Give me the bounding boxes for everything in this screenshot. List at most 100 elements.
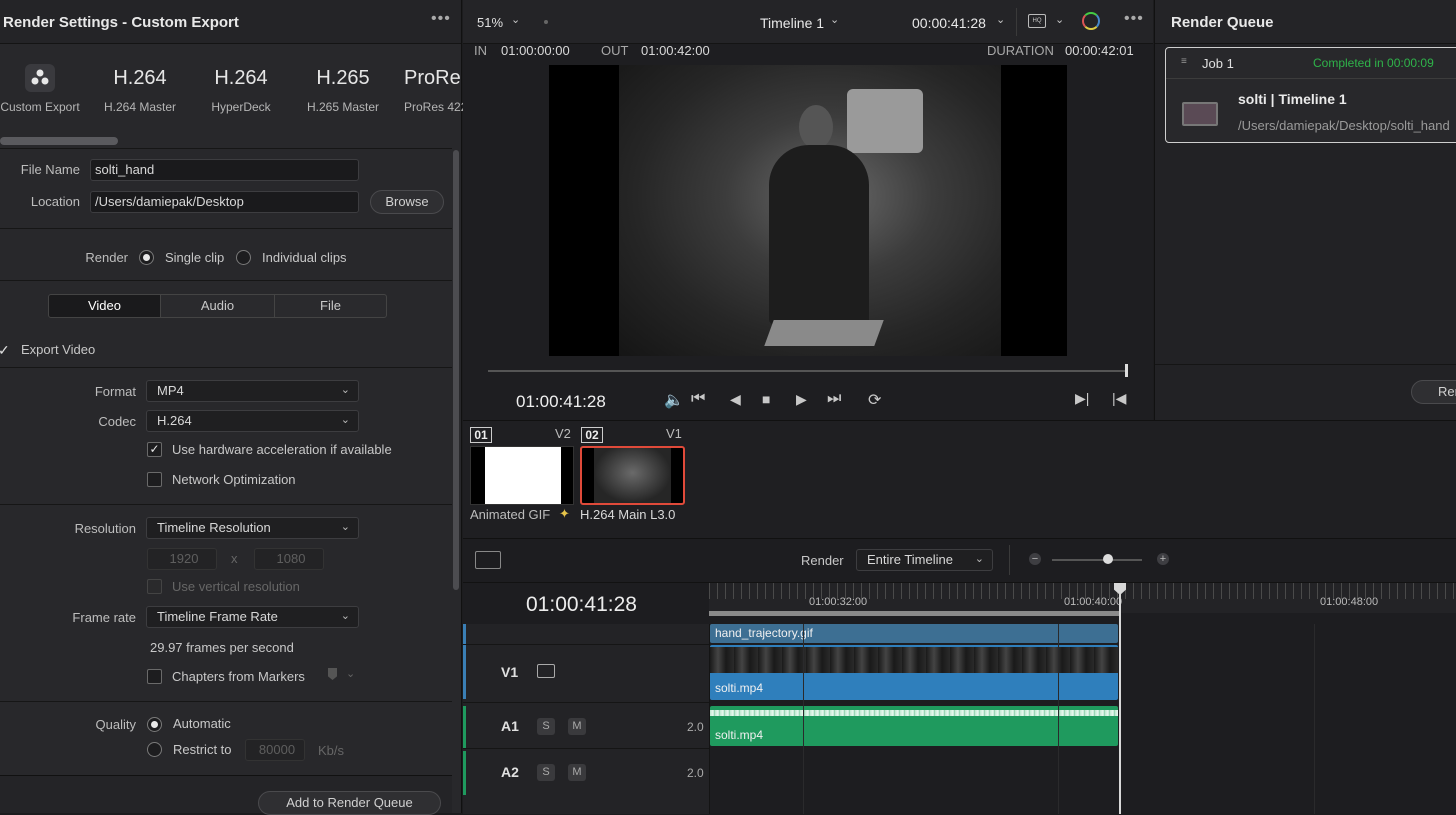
resolution-dropdown[interactable]: Timeline Resolution ⌄ <box>146 517 359 539</box>
tab-file[interactable]: File <box>274 294 387 318</box>
chapters-checkbox[interactable] <box>147 669 162 684</box>
hw-accel-checkbox[interactable]: ✓ <box>147 442 162 457</box>
viewer-timeline-name[interactable]: Timeline 1 <box>760 15 824 31</box>
stop-icon[interactable]: ■ <box>762 391 770 407</box>
quality-restrict-radio[interactable] <box>147 742 162 757</box>
monitor-icon[interactable]: HQ <box>1028 14 1046 28</box>
v1-track-indicator <box>463 645 466 699</box>
quality-automatic-label: Automatic <box>173 716 231 731</box>
resolve-logo-icon <box>25 64 55 92</box>
render-range-value: Entire Timeline <box>867 552 953 567</box>
individual-clips-radio[interactable] <box>236 250 251 265</box>
zoom-slider[interactable] <box>1052 559 1142 561</box>
render-queue-toggle-icon[interactable] <box>475 551 501 569</box>
solo-button[interactable]: S <box>537 764 555 781</box>
location-input[interactable]: /Users/damiepak/Desktop <box>90 191 359 213</box>
frame-rate-dropdown[interactable]: Timeline Frame Rate ⌄ <box>146 606 359 628</box>
chevron-down-icon[interactable]: ⌄ <box>996 13 1005 26</box>
tab-video[interactable]: Video <box>48 294 161 318</box>
chevron-down-icon[interactable]: ⌄ <box>1055 13 1064 26</box>
render-job-card[interactable]: ≡ Job 1 Completed in 00:00:09 solti | Ti… <box>1165 47 1456 143</box>
presets-scrollbar[interactable] <box>0 137 118 145</box>
mute-button[interactable]: M <box>568 718 586 735</box>
track-headers <box>463 624 709 814</box>
preset-h264-master[interactable]: H.264 H.264 Master <box>90 64 190 114</box>
v1-filmstrip <box>710 647 1118 673</box>
vertical-res-checkbox <box>147 579 162 594</box>
in-timecode: 01:00:00:00 <box>501 43 570 58</box>
grid-line <box>1314 624 1315 814</box>
single-clip-radio[interactable] <box>139 250 154 265</box>
track-level: 2.0 <box>687 720 704 734</box>
prev-edit-icon[interactable]: |◀ <box>1112 390 1126 407</box>
duration-label: DURATION <box>987 43 1054 58</box>
timeline-clip-gif[interactable]: hand_trajectory.gif <box>710 624 1118 643</box>
resolution-value: Timeline Resolution <box>157 520 271 535</box>
viewer-timecode: 00:00:41:28 <box>912 15 986 31</box>
quality-automatic-radio[interactable] <box>147 717 162 732</box>
timeline-clip-a1[interactable]: solti.mp4 <box>710 706 1118 746</box>
next-edit-icon[interactable]: ▶| <box>1075 390 1089 407</box>
format-dropdown[interactable]: MP4 ⌄ <box>146 380 359 402</box>
clip-thumbnail-gif[interactable] <box>470 446 574 505</box>
clip-thumbnail-h264[interactable] <box>580 446 685 505</box>
preset-title: H.264 <box>214 67 268 89</box>
zoom-out-icon[interactable]: − <box>1029 553 1041 565</box>
track-name-a2: A2 <box>501 764 519 780</box>
zoom-slider-handle[interactable] <box>1103 554 1113 564</box>
settings-scrollbar[interactable] <box>453 150 459 590</box>
network-opt-checkbox[interactable] <box>147 472 162 487</box>
filmstrip-icon[interactable] <box>537 664 555 678</box>
go-to-start-icon[interactable]: ⏮ <box>691 390 705 408</box>
preset-title: H.265 <box>316 67 370 89</box>
chevron-down-icon[interactable]: ⌄ <box>830 13 839 26</box>
mute-button[interactable]: M <box>568 764 586 781</box>
preset-title: ProRe <box>404 67 461 89</box>
browse-button[interactable]: Browse <box>370 190 444 214</box>
volume-icon[interactable]: 🔈 <box>664 390 684 410</box>
preset-label: Custom Export <box>0 100 80 114</box>
restrict-value-input: 80000 <box>245 739 305 761</box>
h264-frame <box>594 448 671 503</box>
quality-label: Quality <box>95 717 136 732</box>
play-icon[interactable]: ▶ <box>796 391 807 408</box>
preset-label: ProRes 422 <box>404 100 463 114</box>
preset-label: H.265 Master <box>306 100 380 114</box>
clip-label: hand_trajectory.gif <box>715 626 813 640</box>
play-reverse-icon[interactable]: ◀ <box>730 391 741 408</box>
clip-track: V1 <box>666 426 682 441</box>
render-range-dropdown[interactable]: Entire Timeline ⌄ <box>856 549 993 571</box>
more-options-icon[interactable]: ••• <box>1124 10 1144 28</box>
preset-custom-export[interactable]: Custom Export <box>0 64 90 114</box>
drag-handle-icon[interactable]: ≡ <box>1181 56 1187 67</box>
vertical-res-label: Use vertical resolution <box>172 579 300 594</box>
go-to-end-icon[interactable]: ⏭ <box>827 390 841 408</box>
color-wheel-icon[interactable] <box>1082 12 1100 30</box>
chevron-down-icon[interactable]: ⌄ <box>511 13 520 26</box>
scrub-bar[interactable] <box>488 370 1128 372</box>
file-name-input[interactable]: solti_hand <box>90 159 359 181</box>
add-to-render-queue-button[interactable]: Add to Render Queue <box>258 791 441 815</box>
figure-head-shape <box>799 105 833 149</box>
zoom-level[interactable]: 51% <box>477 15 503 30</box>
loop-icon[interactable]: ⟳ <box>868 390 881 410</box>
tab-audio[interactable]: Audio <box>160 294 275 318</box>
render-all-button[interactable]: Ren <box>1411 380 1456 404</box>
playhead-line[interactable] <box>1119 593 1121 814</box>
export-video-checkbox[interactable]: ✓ <box>0 342 10 359</box>
solo-button[interactable]: S <box>537 718 555 735</box>
zoom-in-icon[interactable]: + <box>1157 553 1169 565</box>
more-options-icon[interactable]: ••• <box>431 10 451 28</box>
status-dot-icon <box>544 20 548 24</box>
timeline-clip-v1[interactable]: solti.mp4 <box>710 645 1118 700</box>
dimension-separator: x <box>231 551 238 566</box>
codec-dropdown[interactable]: H.264 ⌄ <box>146 410 359 432</box>
video-frame <box>549 65 1067 356</box>
grid-line <box>1058 624 1059 814</box>
a1-waveform <box>710 710 1118 716</box>
scrub-playhead[interactable] <box>1125 364 1128 377</box>
preset-prores[interactable]: ProRe ProRes 422 <box>393 64 463 114</box>
preset-h265-master[interactable]: H.265 H.265 Master <box>293 64 393 114</box>
preset-hyperdeck[interactable]: H.264 HyperDeck <box>191 64 291 114</box>
timeline-timecode: 01:00:41:28 <box>526 593 637 616</box>
